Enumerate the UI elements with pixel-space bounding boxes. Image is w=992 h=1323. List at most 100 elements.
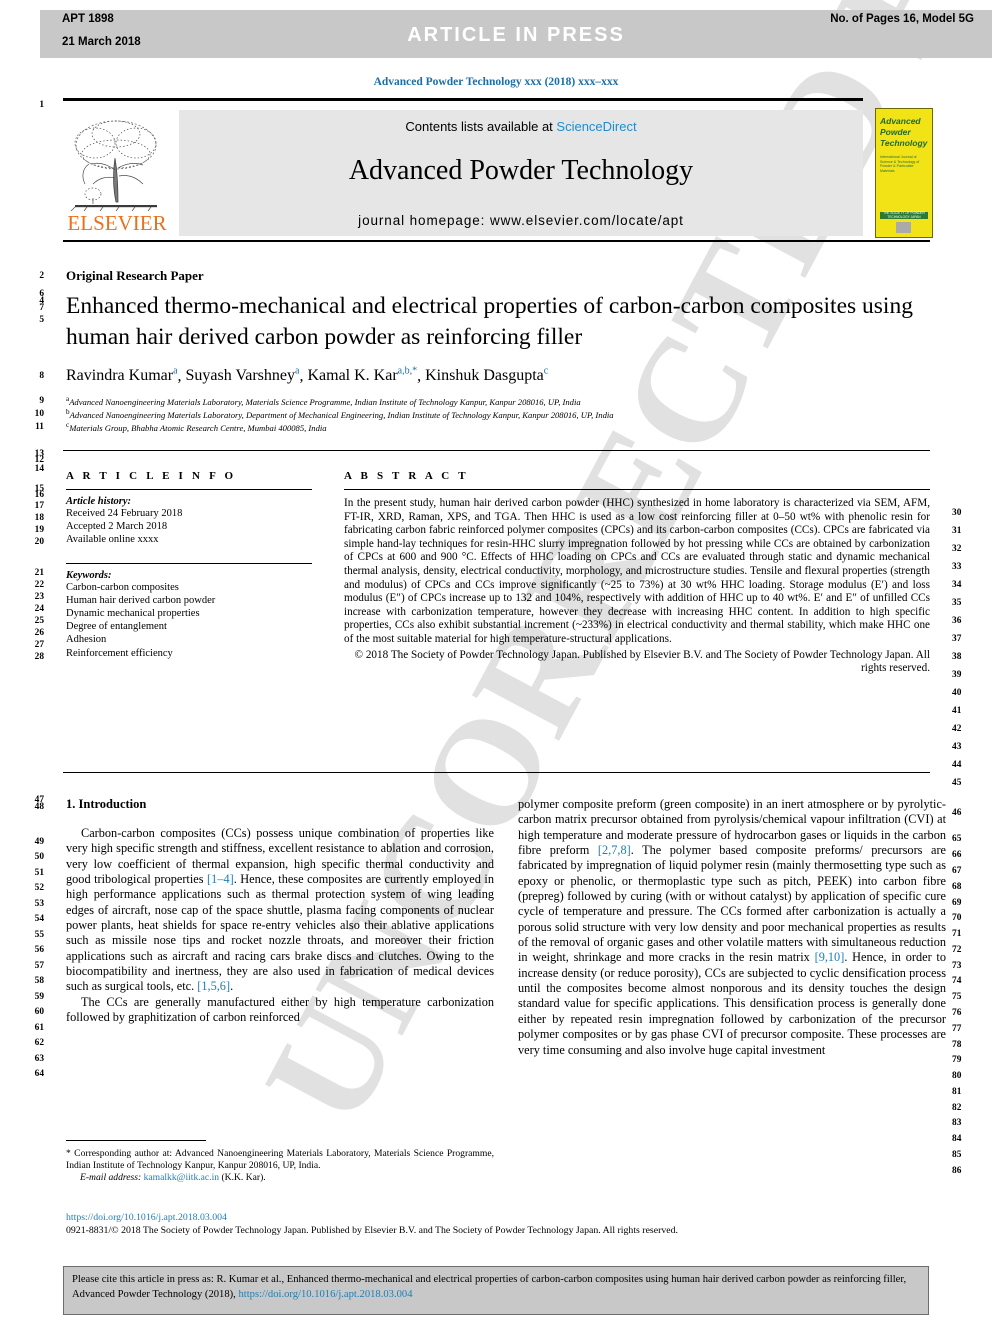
contents-prefix: Contents lists available at xyxy=(405,119,557,134)
history-accepted: Accepted 2 March 2018 xyxy=(66,521,168,533)
masthead-top-rule xyxy=(63,98,863,101)
paragraph: The CCs are generally manufactured eithe… xyxy=(66,994,494,1025)
line-number: 43 xyxy=(952,742,962,752)
cover-band-text: THE SOCIETY OF POWDER TECHNOLOGY JAPAN xyxy=(883,210,925,219)
affiliation-b: bAdvanced Nanoengineering Materials Labo… xyxy=(66,408,946,420)
author-1: Suyash Varshneya xyxy=(185,366,300,385)
line-number: 14 xyxy=(34,464,44,474)
line-number: 11 xyxy=(35,422,44,432)
footnote-rule xyxy=(66,1140,206,1141)
line-number: 53 xyxy=(34,899,44,909)
line-number: 41 xyxy=(952,706,962,716)
line-number: 77 xyxy=(952,1024,962,1034)
line-number: 74 xyxy=(952,976,962,986)
line-number: 66 xyxy=(952,850,962,860)
elsevier-logo: ELSEVIER xyxy=(63,110,169,236)
cover-title-line2: Powder xyxy=(880,127,911,137)
citation-ref[interactable]: [9,10] xyxy=(815,950,845,964)
line-number: 22 xyxy=(34,580,44,590)
keyword-item: Adhesion xyxy=(66,634,107,646)
line-number: 65 xyxy=(952,834,962,844)
line-number: 1 xyxy=(39,100,44,110)
elsevier-tree-icon xyxy=(70,120,157,212)
line-number: 19 xyxy=(34,525,44,535)
article-type: Original Research Paper xyxy=(66,268,204,283)
line-number: 51 xyxy=(34,868,44,878)
info-rule xyxy=(66,489,312,490)
line-number: 39 xyxy=(952,670,962,680)
article-page: UNCORRECTED PROOF APT 1898 21 March 2018… xyxy=(0,0,992,1323)
abstract-column: A B S T R A C T In the present study, hu… xyxy=(344,470,930,676)
line-number: 42 xyxy=(952,724,962,734)
line-number: 57 xyxy=(34,961,44,971)
page-title: Enhanced thermo-mechanical and electrica… xyxy=(66,293,913,350)
cover-society-logo xyxy=(896,222,911,233)
line-number: 75 xyxy=(952,992,962,1002)
citation-ref[interactable]: [1,5,6] xyxy=(197,979,230,993)
line-number: 20 xyxy=(34,537,44,547)
contents-line: Contents lists available at ScienceDirec… xyxy=(179,119,863,134)
email-suffix: (K.K. Kar). xyxy=(221,1172,266,1184)
paragraph: polymer composite preform (green composi… xyxy=(518,797,947,1057)
abstract-rule xyxy=(344,489,930,490)
sciencedirect-link[interactable]: ScienceDirect xyxy=(556,119,636,134)
affiliation-c: cMaterials Group, Bhabha Atomic Research… xyxy=(66,421,946,433)
line-number: 61 xyxy=(34,1023,44,1033)
line-number: 38 xyxy=(952,652,962,662)
line-number: 36 xyxy=(952,616,962,626)
line-number: 45 xyxy=(952,778,962,788)
author-name: Kinshuk Dasgupta xyxy=(425,367,544,385)
footnote-block: * Corresponding author at: Advanced Nano… xyxy=(66,1148,494,1184)
cite-doi-link[interactable]: https://doi.org/10.1016/j.apt.2018.03.00… xyxy=(238,1289,412,1300)
citation-ref[interactable]: [1–4] xyxy=(207,872,234,886)
keyword-item: Degree of entanglement xyxy=(66,621,167,633)
history-online: Available online xxxx xyxy=(66,534,159,546)
line-number: 52 xyxy=(34,883,44,893)
line-number: 85 xyxy=(952,1150,962,1160)
line-number: 26 xyxy=(34,628,44,638)
line-number: 44 xyxy=(952,760,962,770)
author-0: Ravindra Kumara xyxy=(66,366,178,384)
cite-text-body: Please cite this article in press as: R.… xyxy=(72,1274,907,1300)
affiliation-text: Advanced Nanoengineering Materials Labor… xyxy=(69,396,581,407)
journal-title: Advanced Powder Technology xyxy=(348,155,694,186)
line-number: 37 xyxy=(952,634,962,644)
line-number: 8 xyxy=(39,371,44,381)
info-block-top-rule xyxy=(63,450,930,451)
line-number: 30 xyxy=(952,508,962,518)
cover-title: Advanced Powder Technology xyxy=(880,116,930,149)
cover-subtitle: International Journal of Science & Techn… xyxy=(880,155,920,173)
line-number: 2 xyxy=(39,271,44,281)
keyword-item: Reinforcement efficiency xyxy=(66,647,173,659)
line-number: 55 xyxy=(34,930,44,940)
corresponding-author-note: * Corresponding author at: Advanced Nano… xyxy=(66,1148,494,1172)
line-number: 59 xyxy=(34,992,44,1002)
issn-copyright: 0921-8831/© 2018 The Society of Powder T… xyxy=(66,1225,678,1236)
author-name: Suyash Varshney xyxy=(185,367,296,385)
journal-homepage[interactable]: journal homepage: www.elsevier.com/locat… xyxy=(179,213,863,228)
author-2: Kamal K. Kara,b,* xyxy=(307,366,417,384)
line-number: 73 xyxy=(952,961,962,971)
email-link[interactable]: kamalkk@iitk.ac.in xyxy=(144,1172,219,1183)
cover-title-line1: Advanced xyxy=(880,116,921,126)
line-number: 5 xyxy=(39,315,44,325)
line-number: 18 xyxy=(34,513,44,523)
line-number: 34 xyxy=(952,580,962,590)
affiliation-text: Advanced Nanoengineering Materials Labor… xyxy=(69,409,614,420)
line-number: 46 xyxy=(952,808,962,818)
keywords-label: Keywords: xyxy=(66,569,112,581)
line-number: 58 xyxy=(34,976,44,986)
line-number: 16 xyxy=(34,490,44,500)
info-block-bottom-rule xyxy=(63,772,930,773)
doi-link[interactable]: https://doi.org/10.1016/j.apt.2018.03.00… xyxy=(66,1212,227,1223)
article-info-heading: A R T I C L E I N F O xyxy=(66,470,237,482)
line-number: 31 xyxy=(952,526,962,536)
line-number: 49 xyxy=(34,837,44,847)
line-number: 54 xyxy=(34,914,44,924)
body-column-right: polymer composite preform (green composi… xyxy=(518,797,946,1058)
citation-ref[interactable]: [2,7,8] xyxy=(598,843,631,857)
line-number: 68 xyxy=(952,882,962,892)
line-number: 76 xyxy=(952,1008,962,1018)
paragraph: Carbon-carbon composites (CCs) possess u… xyxy=(66,826,494,994)
author-3: Kinshuk Dasguptac xyxy=(425,366,548,385)
